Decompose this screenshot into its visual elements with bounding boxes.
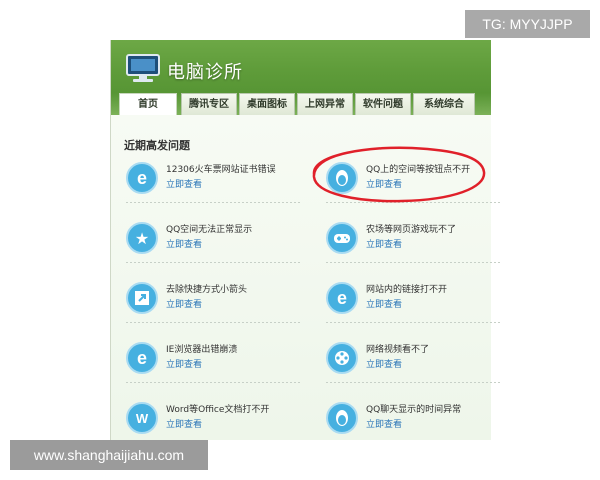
tab-internet-issues[interactable]: 上网异常 — [297, 93, 353, 115]
tab-desktop-icons[interactable]: 桌面图标 — [239, 93, 295, 115]
film-reel-icon — [326, 342, 358, 374]
view-now-link[interactable]: 立即查看 — [366, 237, 402, 250]
item-label: QQ聊天显示的时间异常 — [366, 405, 462, 415]
tab-home[interactable]: 首页 — [119, 93, 177, 115]
tab-tencent[interactable]: 腾讯专区 — [181, 93, 237, 115]
list-item[interactable]: e 12306火车票网站证书错误 立即查看 — [126, 157, 301, 207]
svg-text:W: W — [136, 411, 149, 426]
svg-text:e: e — [337, 288, 347, 308]
item-label: 网站内的链接打不开 — [366, 285, 448, 295]
ie-icon: e — [326, 282, 358, 314]
list-item[interactable]: 去除快捷方式小箭头 立即查看 — [126, 277, 301, 327]
view-now-link[interactable]: 立即查看 — [366, 357, 402, 370]
view-now-link[interactable]: 立即查看 — [166, 297, 202, 310]
item-label: Word等Office文档打不开 — [166, 405, 270, 415]
svg-text:e: e — [137, 348, 147, 368]
view-now-link[interactable]: 立即查看 — [166, 417, 202, 430]
divider — [326, 322, 501, 323]
red-annotation-circle — [312, 146, 486, 203]
item-label: QQ空间无法正常显示 — [166, 225, 253, 235]
divider — [326, 382, 501, 383]
word-icon: W — [126, 402, 158, 434]
svg-text:e: e — [137, 168, 147, 188]
view-now-link[interactable]: 立即查看 — [366, 297, 402, 310]
item-label: 农场等网页游戏玩不了 — [366, 225, 457, 235]
view-now-link[interactable]: 立即查看 — [166, 237, 202, 250]
computer-monitor-icon — [126, 54, 160, 82]
list-item[interactable]: 农场等网页游戏玩不了 立即查看 — [326, 217, 501, 267]
qzone-star-icon: ★ — [126, 222, 158, 254]
tab-system-general[interactable]: 系统综合 — [413, 93, 475, 115]
qq-penguin-icon — [326, 402, 358, 434]
ie-icon: e — [126, 342, 158, 374]
view-now-link[interactable]: 立即查看 — [366, 417, 402, 430]
item-label: 网络视频看不了 — [366, 345, 430, 355]
divider — [126, 202, 301, 203]
divider — [126, 382, 301, 383]
list-item[interactable]: QQ聊天显示的时间异常 立即查看 — [326, 397, 501, 447]
site-watermark: www.shanghaijiahu.com — [10, 440, 208, 470]
shortcut-arrow-icon — [126, 282, 158, 314]
app-title: 电脑诊所 — [167, 62, 243, 83]
section-title: 近期高发问题 — [124, 139, 190, 152]
tab-software-issues[interactable]: 软件问题 — [355, 93, 411, 115]
list-item[interactable]: 网络视频看不了 立即查看 — [326, 337, 501, 387]
list-item[interactable]: ★ QQ空间无法正常显示 立即查看 — [126, 217, 301, 267]
list-item[interactable]: e IE浏览器出错崩溃 立即查看 — [126, 337, 301, 387]
svg-text:★: ★ — [135, 229, 149, 248]
tg-watermark: TG: MYYJJPP — [465, 10, 590, 38]
view-now-link[interactable]: 立即查看 — [166, 177, 202, 190]
ie-icon: e — [126, 162, 158, 194]
divider — [326, 262, 501, 263]
item-label: 去除快捷方式小箭头 — [166, 285, 248, 295]
divider — [126, 262, 301, 263]
item-label: IE浏览器出错崩溃 — [166, 345, 238, 355]
gamepad-icon — [326, 222, 358, 254]
list-item[interactable]: e 网站内的链接打不开 立即查看 — [326, 277, 501, 327]
divider — [126, 322, 301, 323]
view-now-link[interactable]: 立即查看 — [166, 357, 202, 370]
item-label: 12306火车票网站证书错误 — [166, 165, 276, 175]
